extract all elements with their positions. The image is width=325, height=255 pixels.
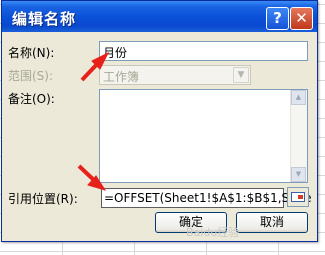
red-arrow-annotation [77, 164, 107, 191]
red-arrow-annotation [80, 51, 110, 82]
annotation-arrows [77, 51, 110, 191]
watermark: Baidu经验 [186, 226, 240, 239]
